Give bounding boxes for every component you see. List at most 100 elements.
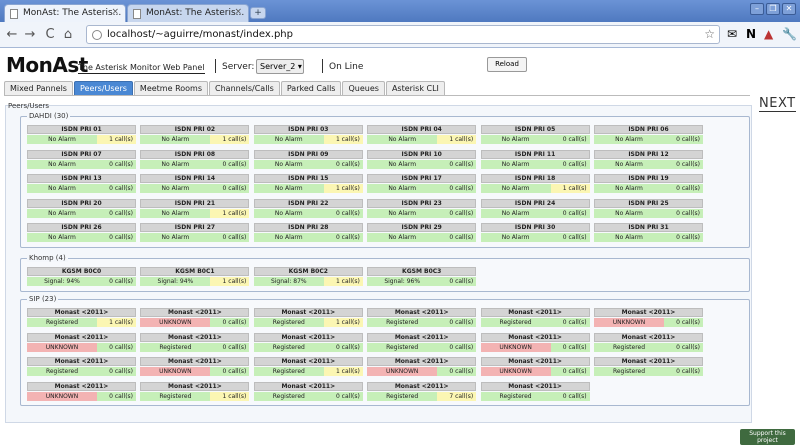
peer-calls: 0 call(s) (550, 318, 590, 327)
peer-card[interactable]: ISDN PRI 10 No Alarm 0 call(s) (367, 149, 477, 169)
peer-card[interactable]: Monast <2011> Registered 0 call(s) (480, 308, 590, 327)
peer-status: No Alarm (480, 159, 551, 169)
peer-name: KGSM B0C2 (253, 267, 363, 276)
back-icon[interactable]: ← (4, 27, 20, 42)
home-icon[interactable]: ⌂ (60, 27, 76, 42)
reload-icon[interactable]: C (42, 27, 58, 42)
peer-card[interactable]: Monast <2011> Registered 0 call(s) (253, 381, 363, 401)
peer-card[interactable]: ISDN PRI 06 No Alarm 0 call(s) (594, 125, 703, 144)
peer-card[interactable]: Monast <2011> Registered 0 call(s) (367, 308, 477, 327)
peer-card[interactable]: ISDN PRI 24 No Alarm 0 call(s) (480, 198, 590, 218)
peer-card[interactable]: Monast <2011> Registered 0 call(s) (253, 332, 363, 352)
new-tab-button[interactable]: + (250, 7, 266, 19)
peer-card[interactable]: Monast <2011> UNKNOWN 0 call(s) (480, 357, 590, 376)
peer-card[interactable]: ISDN PRI 20 No Alarm 0 call(s) (27, 198, 136, 218)
peer-card[interactable]: ISDN PRI 09 No Alarm 0 call(s) (253, 149, 363, 169)
peer-card[interactable]: ISDN PRI 31 No Alarm 0 call(s) (594, 223, 703, 242)
peer-card[interactable]: KGSM B0C0 Signal: 94% 0 call(s) (27, 267, 136, 286)
close-icon[interactable]: × (234, 7, 242, 17)
peer-card[interactable]: ISDN PRI 28 No Alarm 0 call(s) (253, 223, 363, 242)
peer-card[interactable]: ISDN PRI 14 No Alarm 0 call(s) (140, 174, 250, 193)
peer-card[interactable]: Monast <2011> UNKNOWN 0 call(s) (27, 332, 136, 352)
peer-card[interactable]: ISDN PRI 05 No Alarm 0 call(s) (480, 125, 590, 144)
extension-chart-icon[interactable]: ▲ (764, 27, 773, 41)
peer-card[interactable]: ISDN PRI 12 No Alarm 0 call(s) (594, 149, 703, 169)
peer-card[interactable]: ISDN PRI 19 No Alarm 0 call(s) (594, 174, 703, 193)
tab-channels-calls[interactable]: Channels/Calls (209, 81, 280, 96)
peer-card[interactable]: ISDN PRI 25 No Alarm 0 call(s) (594, 198, 703, 218)
peer-card[interactable]: Monast <2011> Registered 0 call(s) (480, 381, 590, 401)
peer-card[interactable]: KGSM B0C3 Signal: 96% 0 call(s) (367, 267, 477, 286)
bookmark-star-icon[interactable]: ☆ (704, 27, 715, 41)
tab-mixed-pannels[interactable]: Mixed Pannels (4, 81, 73, 96)
peer-card[interactable]: Monast <2011> Registered 1 call(s) (253, 357, 363, 376)
tab-asterisk-cli[interactable]: Asterisk CLI (385, 81, 445, 96)
browser-tab-1[interactable]: MonAst: The Asteris... × (4, 4, 126, 22)
close-window-icon[interactable]: ✕ (782, 3, 796, 15)
extension-n-icon[interactable]: N (746, 27, 756, 41)
peer-card[interactable]: Monast <2011> Registered 1 call(s) (27, 308, 136, 327)
server-select[interactable]: Server_2 ▾ (256, 59, 304, 74)
tab-queues[interactable]: Queues (342, 81, 385, 96)
peer-card[interactable]: Monast <2011> Registered 0 call(s) (367, 332, 477, 352)
peer-card[interactable]: ISDN PRI 03 No Alarm 1 call(s) (253, 125, 363, 144)
tab-meetme-rooms[interactable]: Meetme Rooms (133, 81, 209, 96)
peer-card[interactable]: ISDN PRI 07 No Alarm 0 call(s) (27, 149, 136, 169)
peer-card[interactable]: Monast <2011> UNKNOWN 0 call(s) (140, 357, 250, 376)
peer-card[interactable]: Monast <2011> UNKNOWN 0 call(s) (27, 381, 136, 401)
peer-status: UNKNOWN (480, 367, 551, 376)
peer-card[interactable]: ISDN PRI 23 No Alarm 0 call(s) (367, 198, 477, 218)
forward-icon[interactable]: → (22, 27, 38, 42)
peer-card[interactable]: Monast <2011> UNKNOWN 0 call(s) (480, 332, 590, 352)
tab-peers-users[interactable]: Peers/Users (73, 81, 133, 96)
next-link[interactable]: NEXT (759, 96, 796, 112)
peer-card[interactable]: ISDN PRI 17 No Alarm 0 call(s) (367, 174, 477, 193)
support-button[interactable]: Support this project (740, 429, 795, 445)
peer-card[interactable]: Monast <2011> Registered 0 call(s) (594, 357, 703, 376)
peer-card[interactable]: ISDN PRI 26 No Alarm 0 call(s) (27, 223, 136, 242)
peer-calls: 1 call(s) (437, 135, 477, 144)
peer-card[interactable]: ISDN PRI 21 No Alarm 1 call(s) (140, 198, 250, 218)
peer-card[interactable]: Monast <2011> Registered 1 call(s) (140, 381, 250, 401)
peer-card[interactable]: Monast <2011> Registered 1 call(s) (253, 308, 363, 327)
peer-card[interactable]: KGSM B0C2 Signal: 87% 1 call(s) (253, 267, 363, 286)
peer-card[interactable]: ISDN PRI 15 No Alarm 1 call(s) (253, 174, 363, 193)
peer-card[interactable]: Monast <2011> Registered 0 call(s) (594, 332, 703, 352)
mail-icon[interactable]: ✉ (727, 27, 737, 41)
peer-card[interactable]: Monast <2011> UNKNOWN 0 call(s) (140, 308, 250, 327)
minimize-icon[interactable]: – (750, 3, 764, 15)
peer-card[interactable]: Monast <2011> Registered 0 call(s) (27, 357, 136, 376)
peer-card[interactable]: KGSM B0C1 Signal: 94% 1 call(s) (140, 267, 250, 286)
peer-status: No Alarm (140, 208, 211, 218)
peer-card[interactable]: ISDN PRI 04 No Alarm 1 call(s) (367, 125, 477, 144)
reload-button[interactable]: Reload (487, 57, 527, 72)
peer-card[interactable]: Monast <2011> UNKNOWN 0 call(s) (594, 308, 703, 327)
peer-calls: 0 call(s) (437, 233, 477, 242)
peer-card[interactable]: ISDN PRI 11 No Alarm 0 call(s) (480, 149, 590, 169)
peer-card[interactable]: ISDN PRI 01 No Alarm 1 call(s) (27, 125, 136, 144)
address-bar[interactable]: localhost/~aguirre/monast/index.php ☆ (86, 25, 720, 44)
peer-card[interactable]: ISDN PRI 13 No Alarm 0 call(s) (27, 174, 136, 193)
peer-card[interactable]: Monast <2011> Registered 7 call(s) (367, 381, 477, 401)
wrench-icon[interactable]: 🔧 (782, 27, 797, 41)
peer-status: No Alarm (253, 184, 324, 193)
peer-status: Signal: 94% (27, 277, 97, 286)
peer-calls: 1 call(s) (210, 208, 250, 218)
tab-parked-calls[interactable]: Parked Calls (280, 81, 342, 96)
peer-card[interactable]: ISDN PRI 30 No Alarm 0 call(s) (480, 223, 590, 242)
peer-card[interactable]: ISDN PRI 29 No Alarm 0 call(s) (367, 223, 477, 242)
peer-card[interactable]: ISDN PRI 08 No Alarm 0 call(s) (140, 149, 250, 169)
peer-card[interactable]: Monast <2011> UNKNOWN 0 call(s) (367, 357, 477, 376)
url-text: localhost/~aguirre/monast/index.php (107, 29, 293, 40)
peer-card[interactable]: ISDN PRI 27 No Alarm 0 call(s) (140, 223, 250, 242)
close-icon[interactable]: × (111, 7, 119, 17)
peer-card[interactable]: ISDN PRI 02 No Alarm 1 call(s) (140, 125, 250, 144)
restore-icon[interactable]: ❐ (766, 3, 780, 15)
peer-card[interactable]: Monast <2011> Registered 0 call(s) (140, 332, 250, 352)
peer-name: ISDN PRI 14 (140, 174, 250, 183)
peer-card[interactable]: ISDN PRI 18 No Alarm 1 call(s) (480, 174, 590, 193)
peer-status: No Alarm (594, 159, 664, 169)
peer-card[interactable]: ISDN PRI 22 No Alarm 0 call(s) (253, 198, 363, 218)
browser-tab-2[interactable]: MonAst: The Asteris... × (127, 4, 249, 22)
server-label: Server: (222, 62, 255, 72)
